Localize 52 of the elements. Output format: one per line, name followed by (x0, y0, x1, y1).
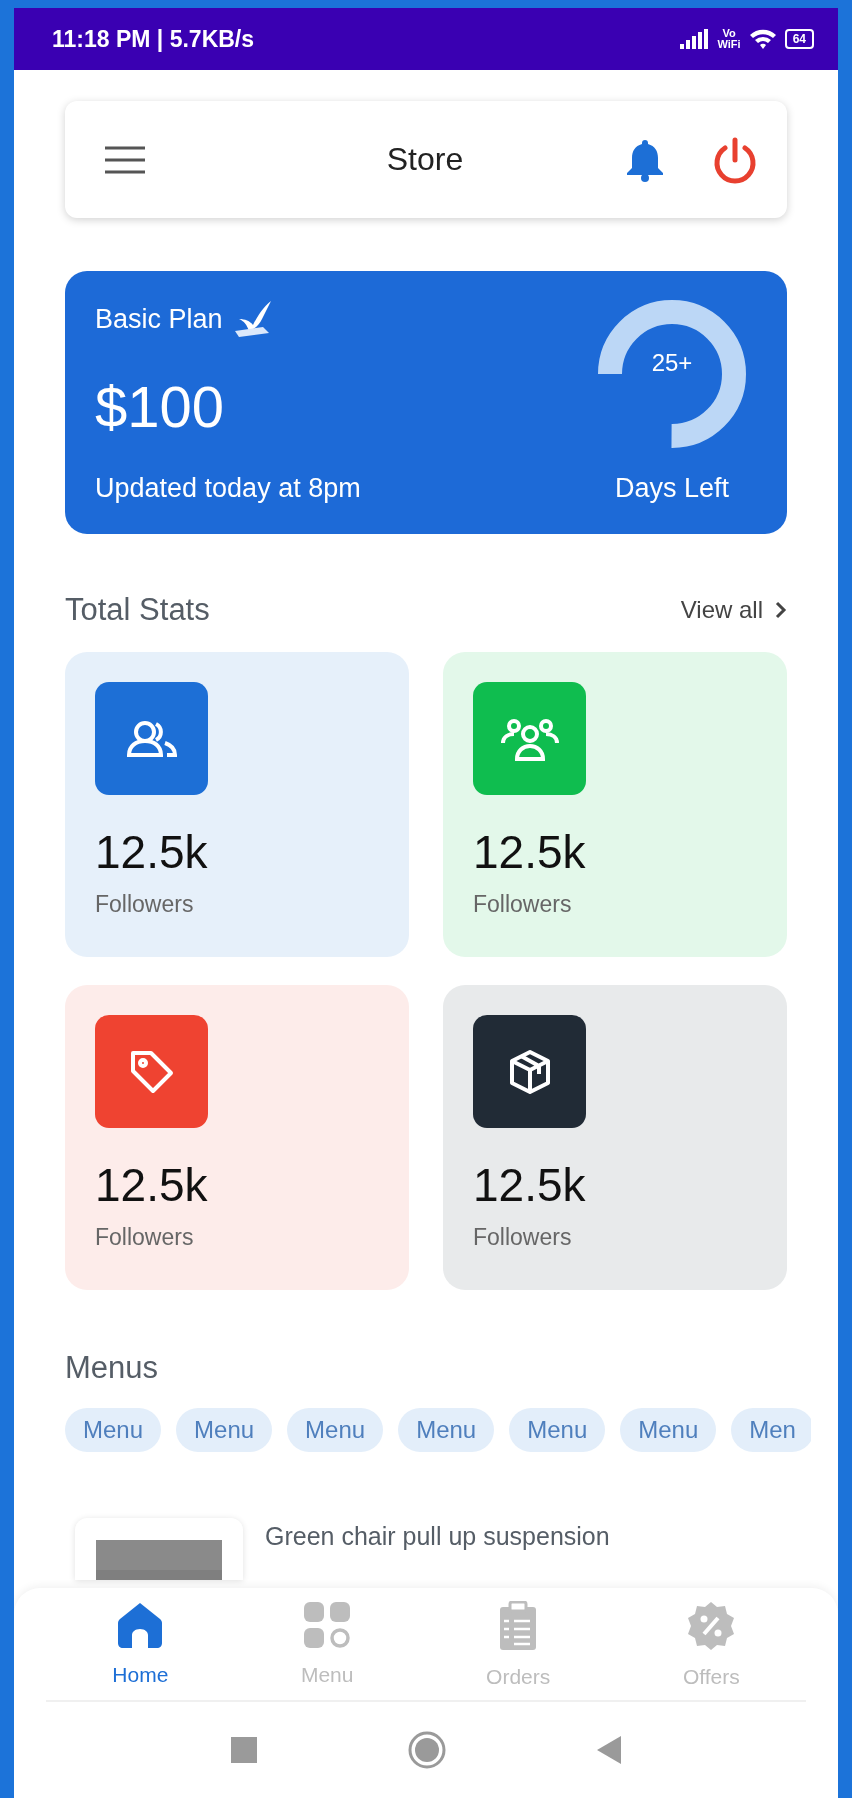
menu-icon[interactable] (105, 145, 145, 174)
product-thumbnail[interactable] (75, 1518, 243, 1580)
menu-chip[interactable]: Menu (176, 1408, 273, 1452)
menu-chip[interactable]: Menu (398, 1408, 495, 1452)
home-button-icon[interactable] (407, 1730, 447, 1770)
section-title: Total Stats (65, 592, 210, 628)
nav-tab[interactable]: Menu (294, 1600, 360, 1690)
nav-tab[interactable]: Home (106, 1600, 175, 1690)
days-count: 25+ (650, 349, 694, 377)
product-name[interactable]: Green chair pull up suspension (265, 1522, 610, 1551)
stat-label: Followers (473, 1224, 573, 1251)
back-icon[interactable] (597, 1736, 621, 1764)
view-all-link[interactable]: View all (680, 596, 787, 624)
plan-name: Basic Plan (95, 303, 223, 335)
menu-chip[interactable]: Menu (65, 1408, 162, 1452)
tag-icon (128, 1048, 175, 1095)
nav-tab[interactable]: Orders (480, 1600, 557, 1690)
menu-chip[interactable]: Menu (287, 1408, 384, 1452)
stat-value: 12.5k (95, 1158, 209, 1212)
battery-icon: 64 (784, 29, 814, 49)
stat-label: Followers (95, 1224, 195, 1251)
wifi-icon (748, 28, 777, 50)
group-icon (500, 716, 559, 761)
nav-tab[interactable]: Offers (676, 1600, 746, 1690)
stat-value: 12.5k (95, 825, 209, 879)
page-title: Store (385, 141, 465, 178)
clipboard-icon (498, 1601, 539, 1651)
home-icon (117, 1601, 164, 1649)
stat-value: 12.5k (473, 825, 587, 879)
section-title: Menus (65, 1350, 160, 1386)
menu-chip[interactable]: Menu (509, 1408, 606, 1452)
stat-label: Followers (95, 891, 195, 918)
box-icon (507, 1048, 552, 1095)
menu-chip[interactable]: Menu (620, 1408, 717, 1452)
stat-card[interactable]: 12.5k Followers (443, 985, 787, 1290)
vowifi-label: Vo WiFi (717, 28, 741, 50)
chevron-icon (775, 601, 787, 619)
stat-card[interactable]: 12.5k Followers (65, 652, 409, 957)
stat-card[interactable]: 12.5k Followers (443, 652, 787, 957)
stat-label: Followers (473, 891, 573, 918)
signal-icon (679, 29, 710, 49)
plan-price: $100 (95, 372, 226, 440)
status-time: 11:18 PM | 5.7KB/s (52, 25, 255, 53)
updated-text: Updated today at 8pm (95, 473, 361, 504)
users-icon (124, 718, 179, 759)
grid-icon (303, 1601, 352, 1649)
discount-badge-icon (686, 1601, 737, 1651)
bell-icon[interactable] (625, 137, 665, 182)
days-left-label: Days Left (614, 473, 730, 504)
menu-chip[interactable]: Men (731, 1408, 811, 1452)
stat-value: 12.5k (473, 1158, 587, 1212)
stat-card[interactable]: 12.5k Followers (65, 985, 409, 1290)
